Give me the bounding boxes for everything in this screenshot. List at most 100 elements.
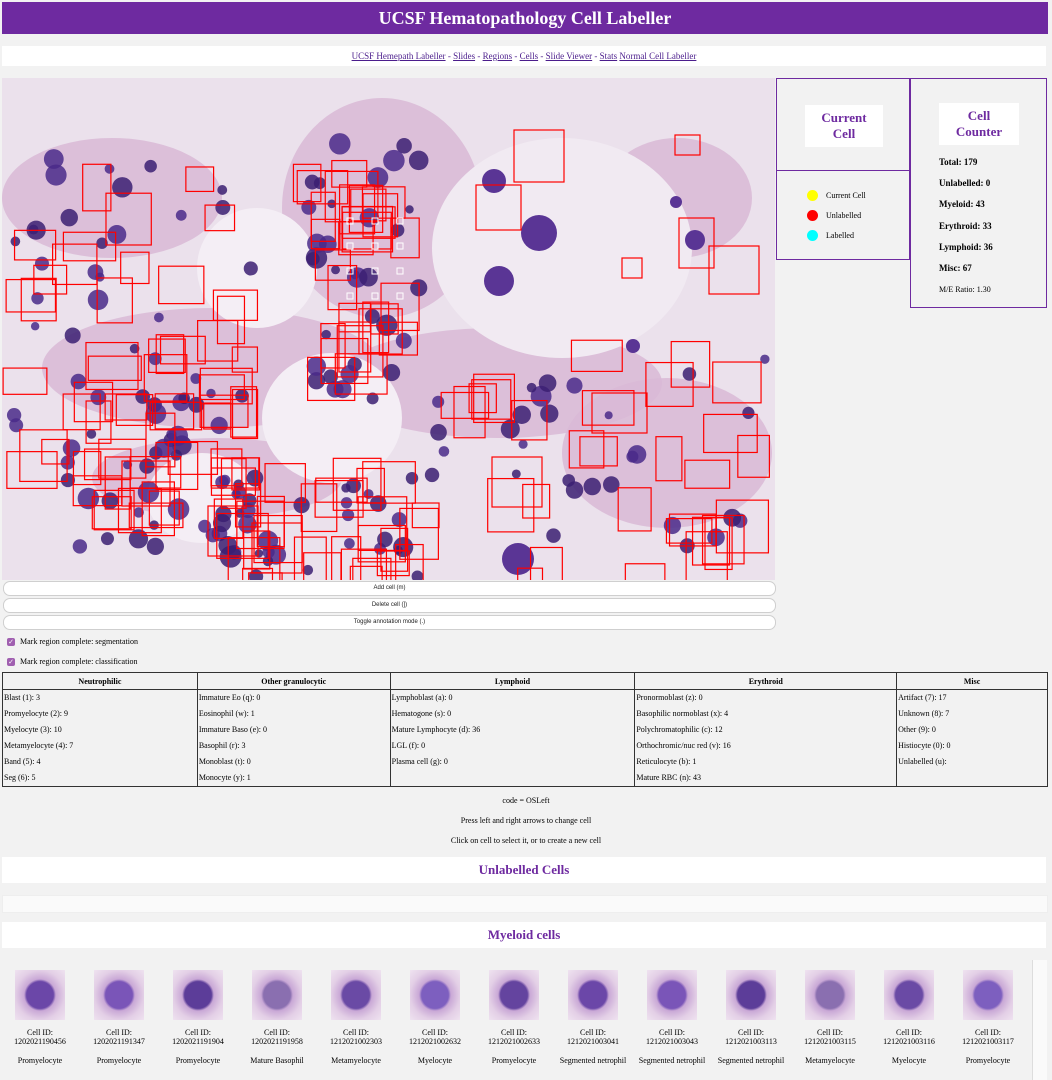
myeloid-cell-card[interactable]: Cell ID: 1212021002632 Myelocyte xyxy=(400,970,470,1065)
cell-id-value: 1212021003117 xyxy=(962,1037,1014,1046)
cell-nucleus xyxy=(518,439,528,449)
legend-current: Current Cell xyxy=(807,190,866,201)
cell-type-label: Promyelocyte xyxy=(965,1056,1011,1065)
cell-thumbnail-image[interactable] xyxy=(410,970,460,1020)
cell-id-value: 1212021002632 xyxy=(409,1037,461,1046)
cell-id-value: 1202021191347 xyxy=(93,1037,145,1046)
cell-nucleus xyxy=(432,395,445,408)
slide-image-canvas[interactable] xyxy=(2,78,775,580)
table-header: Misc xyxy=(896,672,1048,690)
cell-type-label: Metamyelocyte xyxy=(331,1056,381,1065)
cell-thumbnail-image[interactable] xyxy=(173,970,223,1020)
table-header: Erythroid xyxy=(634,672,898,690)
nav-link-slides[interactable]: Slides xyxy=(453,51,475,61)
myeloid-cell-card[interactable]: Cell ID: 1212021002633 Promyelocyte xyxy=(479,970,549,1065)
cell-nucleus xyxy=(104,163,115,174)
nav-link-cells[interactable]: Cells xyxy=(520,51,539,61)
cell-thumbnail-image[interactable] xyxy=(15,970,65,1020)
myeloid-cell-card[interactable]: Cell ID: 1212021003115 Metamyelocyte xyxy=(795,970,865,1065)
cell-type-label: Promyelocyte xyxy=(17,1056,63,1065)
nav-link-stats[interactable]: Stats xyxy=(600,51,618,61)
cell-nucleus xyxy=(212,513,232,533)
cell-nucleus xyxy=(10,236,21,247)
cell-nucleus xyxy=(235,388,249,403)
slide-image[interactable] xyxy=(2,78,775,580)
cell-id-value: 1212021003113 xyxy=(725,1037,777,1046)
cell-nucleus xyxy=(583,477,602,496)
cell-nucleus xyxy=(243,261,258,276)
table-column-other-granulocytic: Immature Eo (q): 0 Eosinophil (w): 1 Imm… xyxy=(196,689,391,787)
table-cell: LGL (f): 0 xyxy=(391,741,426,750)
cell-thumbnail-image[interactable] xyxy=(252,970,302,1020)
cell-thumbnail-image[interactable] xyxy=(94,970,144,1020)
gallery-scrollbar[interactable] xyxy=(1032,960,1047,1080)
delete-cell-button[interactable]: Delete cell (]) xyxy=(3,598,776,613)
cell-nucleus xyxy=(424,467,440,483)
cell-nucleus xyxy=(383,149,405,172)
myeloid-cell-card[interactable]: Cell ID: 1202021191904 Promyelocyte xyxy=(163,970,233,1065)
cell-thumbnail-image[interactable] xyxy=(331,970,381,1020)
nav-link-regions[interactable]: Regions xyxy=(483,51,513,61)
myeloid-cell-card[interactable]: Cell ID: 1212021003041 Segmented netrophil xyxy=(558,970,628,1065)
cell-nucleus xyxy=(359,267,378,287)
myeloid-cell-card[interactable]: Cell ID: 1212021002303 Metamyelocyte xyxy=(321,970,391,1065)
cell-nucleus xyxy=(408,150,429,171)
cell-type-label: Segmented netrophil xyxy=(638,1056,706,1065)
cell-type-label: Myelocyte xyxy=(891,1056,927,1065)
add-cell-button[interactable]: Add cell (m) xyxy=(3,581,776,596)
nav-link-normal-cell-labeller[interactable]: Normal Cell Labeller xyxy=(619,51,696,61)
cell-thumbnail-image[interactable] xyxy=(963,970,1013,1020)
cell-thumbnail-image[interactable] xyxy=(489,970,539,1020)
table-cell: Polychromatophilic (c): 12 xyxy=(636,725,723,734)
legend-unlabelled: Unlabelled xyxy=(807,210,861,221)
cell-nucleus xyxy=(101,492,119,510)
cell-id-value: 1212021003041 xyxy=(567,1037,619,1046)
cell-nucleus xyxy=(329,133,351,155)
cell-thumbnail-image[interactable] xyxy=(568,970,618,1020)
unlabelled-cells-list xyxy=(2,895,1048,913)
count-unlabelled: Unlabelled: 0 xyxy=(939,178,991,188)
cell-thumbnail-image[interactable] xyxy=(726,970,776,1020)
myeloid-cell-card[interactable]: Cell ID: 1202021190456 Promyelocyte xyxy=(5,970,75,1065)
myeloid-cell-card[interactable]: Cell ID: 1202021191347 Promyelocyte xyxy=(84,970,154,1065)
myeloid-cell-card[interactable]: Cell ID: 1212021003043 Segmented netrophil xyxy=(637,970,707,1065)
cell-nucleus xyxy=(70,373,87,390)
segmentation-complete-checkbox[interactable]: ✓ Mark region complete: segmentation xyxy=(7,637,138,646)
cell-thumbnail-image[interactable] xyxy=(805,970,855,1020)
cell-nucleus xyxy=(321,329,331,340)
table-column-lymphoid: Lymphoblast (a): 0 Hematogone (s): 0 Mat… xyxy=(389,689,636,787)
table-cell: Mature Lymphocyte (d): 36 xyxy=(391,725,481,734)
cell-nucleus xyxy=(438,446,450,457)
cell-nucleus xyxy=(344,538,355,549)
cell-nucleus xyxy=(86,429,97,439)
table-cell: Unlabelled (u): xyxy=(898,757,947,766)
myeloid-cell-card[interactable]: Cell ID: 1212021003116 Myelocyte xyxy=(874,970,944,1065)
nav-link-hemepath[interactable]: UCSF Hemepath Labeller xyxy=(352,51,446,61)
checkbox-label: Mark region complete: segmentation xyxy=(20,637,138,646)
table-cell xyxy=(898,770,1047,786)
cell-thumbnail-image[interactable] xyxy=(884,970,934,1020)
toggle-annotation-button[interactable]: Toggle annotation mode (.) xyxy=(3,615,776,630)
checkbox-checked-icon[interactable]: ✓ xyxy=(7,637,15,646)
cell-nucleus xyxy=(217,185,228,195)
cell-nucleus xyxy=(603,476,620,493)
count-misc: Misc: 67 xyxy=(939,263,972,273)
cell-id-label: Cell ID: xyxy=(343,1028,369,1037)
table-cell: Immature Eo (q): 0 xyxy=(198,693,261,702)
cell-id-label: Cell ID: xyxy=(738,1028,764,1037)
myeloid-cell-card[interactable]: Cell ID: 1212021003113 Segmented netrophil xyxy=(716,970,786,1065)
cell-thumbnail-image[interactable] xyxy=(647,970,697,1020)
cell-nucleus xyxy=(604,411,613,420)
nav-link-slide-viewer[interactable]: Slide Viewer xyxy=(546,51,593,61)
cell-type-label: Myelocyte xyxy=(417,1056,453,1065)
cell-nucleus xyxy=(562,474,576,487)
checkbox-checked-icon[interactable]: ✓ xyxy=(7,657,15,666)
classification-complete-checkbox[interactable]: ✓ Mark region complete: classification xyxy=(7,657,138,666)
cell-id-value: 1212021002303 xyxy=(330,1037,382,1046)
table-cell: Band (5): 4 xyxy=(4,757,41,766)
myeloid-cell-card[interactable]: Cell ID: 1202021191958 Mature Basophil xyxy=(242,970,312,1065)
cell-nucleus xyxy=(144,159,157,173)
cell-nucleus xyxy=(153,312,164,323)
table-cell: Monocyte (y): 1 xyxy=(198,773,251,782)
myeloid-cell-card[interactable]: Cell ID: 1212021003117 Promyelocyte xyxy=(953,970,1023,1065)
